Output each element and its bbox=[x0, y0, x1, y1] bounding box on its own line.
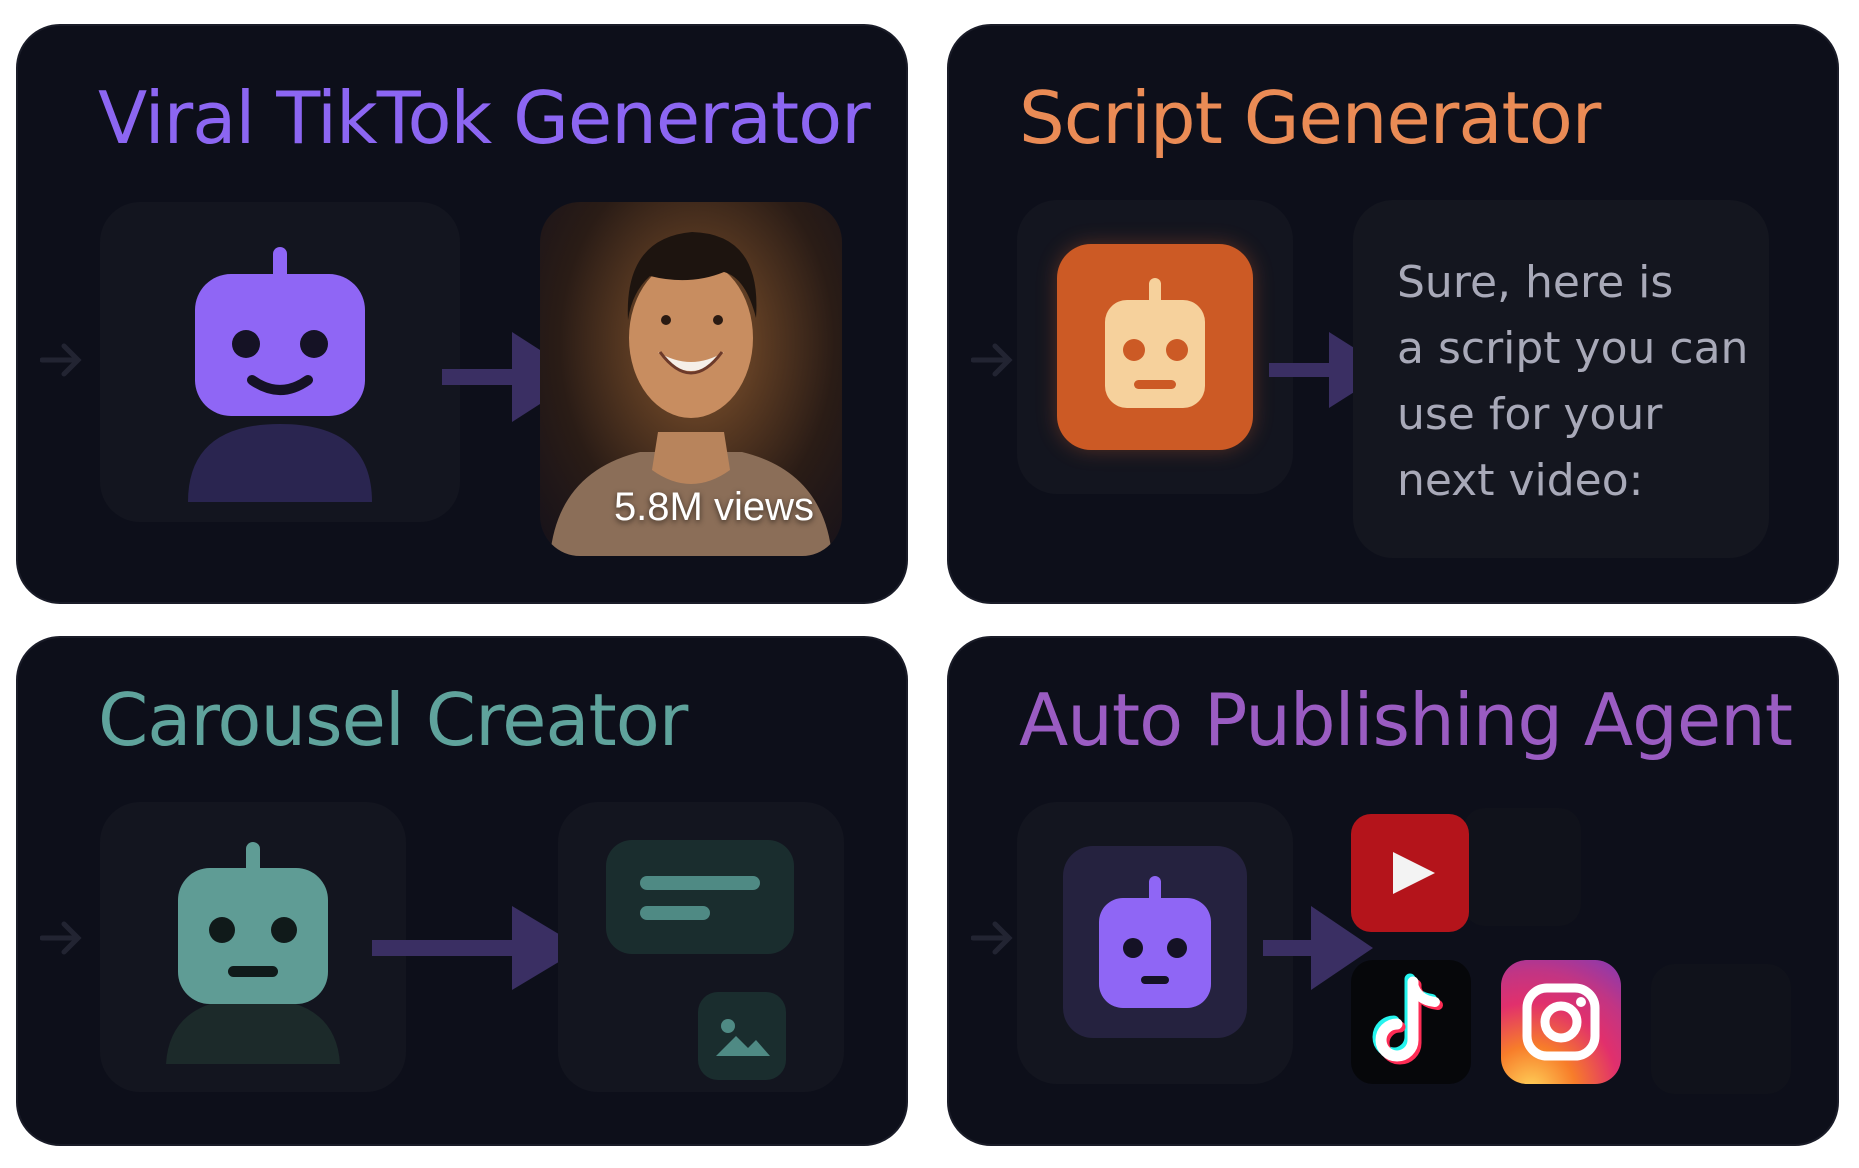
youtube-app-icon[interactable] bbox=[1351, 814, 1469, 932]
arrow-right-icon bbox=[40, 921, 82, 955]
bot-tile bbox=[100, 202, 460, 522]
card-carousel-creator[interactable]: Carousel Creator bbox=[16, 636, 908, 1146]
views-count: 5.8M views bbox=[613, 485, 814, 529]
card-script-generator[interactable]: Script Generator Sure, here is a script … bbox=[947, 24, 1839, 604]
script-text: Sure, here is a script you can use for y… bbox=[1397, 250, 1748, 514]
card-title: Script Generator bbox=[1019, 76, 1601, 160]
instagram-app-icon[interactable] bbox=[1501, 960, 1621, 1084]
viral-video-thumbnail[interactable]: 5.8M views bbox=[540, 202, 842, 556]
card-title: Viral TikTok Generator bbox=[98, 76, 871, 160]
arrow-right-icon bbox=[40, 343, 82, 377]
instagram-icon bbox=[1522, 983, 1600, 1061]
robot-badge bbox=[1063, 846, 1247, 1038]
card-viral-tiktok-generator[interactable]: Viral TikTok Generator 5.8M views bbox=[16, 24, 908, 604]
arrow-right-icon bbox=[372, 906, 582, 990]
robot-icon bbox=[1099, 876, 1211, 1008]
card-title: Carousel Creator bbox=[98, 678, 688, 762]
bot-tile bbox=[1017, 200, 1293, 494]
text-lines-icon bbox=[640, 876, 760, 920]
script-line: Sure, here is bbox=[1397, 257, 1674, 308]
card-title: Auto Publishing Agent bbox=[1019, 678, 1793, 762]
empty-platform-slot bbox=[1463, 808, 1581, 926]
robot-icon bbox=[166, 842, 340, 1064]
arrow-right-icon bbox=[971, 921, 1013, 955]
tiktok-app-icon[interactable] bbox=[1351, 960, 1471, 1084]
robot-icon bbox=[188, 247, 372, 502]
text-slide-card bbox=[606, 840, 794, 954]
script-output-panel[interactable]: Sure, here is a script you can use for y… bbox=[1353, 200, 1769, 558]
bot-tile bbox=[100, 802, 406, 1092]
card-auto-publishing-agent[interactable]: Auto Publishing Agent bbox=[947, 636, 1839, 1146]
script-line: use for your bbox=[1397, 389, 1663, 440]
carousel-preview-tile[interactable] bbox=[558, 802, 844, 1092]
bot-tile bbox=[1017, 802, 1293, 1084]
empty-platform-slot bbox=[1651, 964, 1791, 1094]
tiktok-icon bbox=[1372, 973, 1443, 1065]
image-slide-card bbox=[698, 992, 786, 1080]
script-line: a script you can bbox=[1397, 323, 1749, 374]
robot-icon bbox=[1057, 244, 1253, 450]
arrow-right-icon bbox=[971, 343, 1013, 377]
play-icon bbox=[1393, 852, 1435, 894]
script-line: next video: bbox=[1397, 455, 1644, 506]
image-icon bbox=[716, 1019, 770, 1056]
